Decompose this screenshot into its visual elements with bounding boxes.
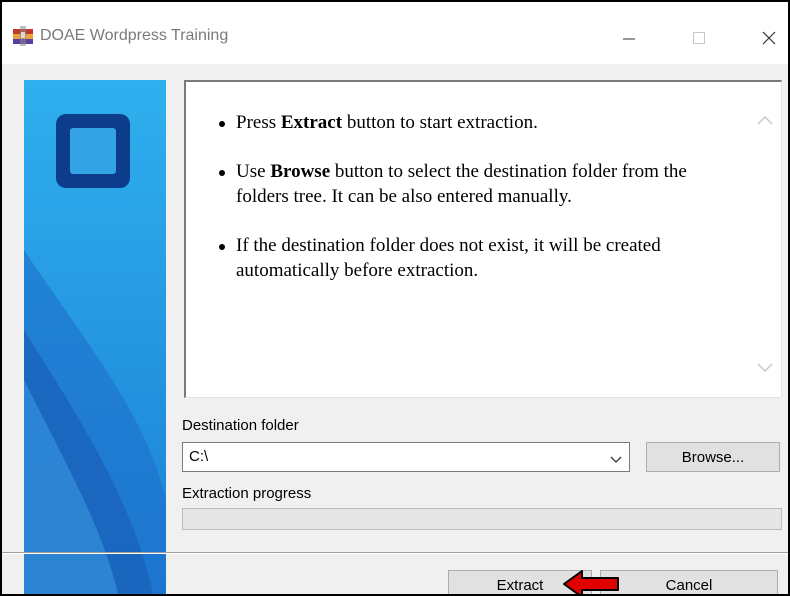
extraction-progress-bar (182, 508, 782, 530)
destination-folder-label: Destination folder (182, 417, 299, 434)
chevron-down-icon[interactable] (609, 452, 623, 463)
extraction-dialog: DOAE Wordpress Training Press Extract bu… (0, 0, 790, 596)
minimize-button[interactable] (606, 16, 652, 60)
list-item: Use Browse button to select the destinat… (208, 159, 738, 209)
title-bar[interactable]: DOAE Wordpress Training (2, 2, 788, 64)
footer-divider (2, 552, 788, 554)
maximize-button[interactable] (676, 16, 722, 60)
scroll-down-icon[interactable] (755, 360, 775, 376)
window-title: DOAE Wordpress Training (40, 27, 229, 44)
browse-button[interactable]: Browse... (646, 442, 780, 472)
side-banner (24, 80, 166, 594)
list-item: If the destination folder does not exist… (208, 233, 738, 283)
cancel-button[interactable]: Cancel (600, 570, 778, 594)
minimize-icon (623, 38, 635, 40)
destination-folder-combo[interactable]: C:\ (182, 442, 630, 472)
maximize-icon (693, 32, 705, 44)
winrar-archive-icon (12, 26, 34, 46)
close-button[interactable] (746, 16, 788, 60)
extraction-progress-label: Extraction progress (182, 485, 312, 502)
list-item: Press Extract button to start extraction… (208, 110, 738, 135)
instructions-list: Press Extract button to start extraction… (208, 110, 738, 307)
close-icon (762, 31, 776, 45)
red-pointer-arrow-icon (562, 569, 620, 594)
instructions-panel[interactable]: Press Extract button to start extraction… (184, 80, 782, 398)
scroll-up-icon[interactable] (755, 112, 775, 128)
destination-folder-value: C:\ (189, 448, 209, 465)
